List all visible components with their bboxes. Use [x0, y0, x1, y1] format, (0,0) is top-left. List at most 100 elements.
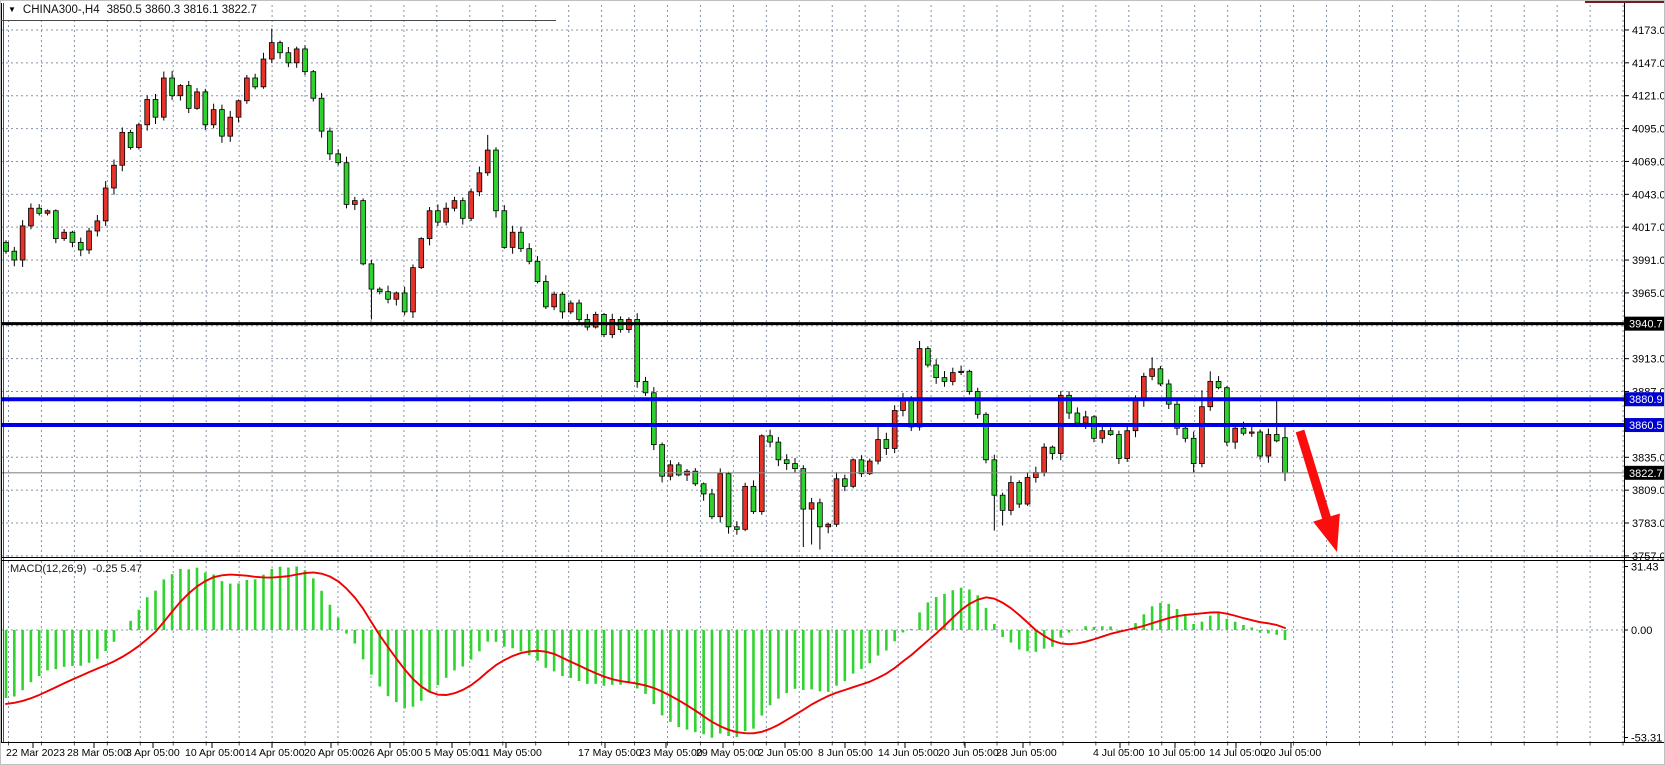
candle-body-bear: [494, 150, 499, 211]
candle-body-bear: [361, 201, 366, 264]
candle-body-bear: [369, 264, 374, 289]
candle-body-bull: [95, 221, 100, 231]
time-tick-label: 20 Jul 05:00: [1264, 747, 1321, 759]
candle-body-bear: [726, 474, 731, 527]
candle-body-bull: [103, 188, 108, 221]
candle-body-bull: [718, 474, 723, 517]
candle-body-bull: [29, 208, 34, 226]
candle-body-bear: [328, 131, 333, 154]
candle-body-bear: [801, 469, 806, 509]
candle-body-bear: [1216, 381, 1221, 387]
symbol-timeframe-label: CHINA300-,H4: [23, 4, 100, 16]
candle-body-bull: [1083, 417, 1088, 423]
candle-body-bear: [818, 503, 823, 527]
price-tick-label: 3835.0: [1632, 452, 1665, 464]
candle-body-bull: [759, 436, 764, 512]
candle-body-bull: [743, 486, 748, 529]
candle-body-bear: [1224, 388, 1229, 442]
candle-body-bull: [120, 132, 125, 165]
candle-body-bull: [826, 524, 831, 527]
time-tick-label: 29 May 05:00: [696, 747, 760, 759]
candle-body-bear: [842, 479, 847, 487]
candle-body-bear: [4, 242, 9, 251]
candle-body-bear: [460, 201, 465, 219]
candle-body-bull: [394, 293, 399, 299]
macd-tick-label: 0.00: [1631, 625, 1652, 637]
candle-body-bear: [53, 211, 58, 239]
macd-current-values: -0.25 5.47: [92, 563, 142, 575]
candle-body-bull: [610, 319, 615, 334]
time-tick-label: 20 Jun 05:00: [938, 747, 999, 759]
price-badge-label: 3880.9: [1629, 394, 1663, 406]
candle-body-bull: [834, 479, 839, 525]
macd-indicator-label: MACD(12,26,9) -0.25 5.47: [10, 563, 142, 575]
candle-body-bear: [253, 78, 258, 87]
candle-body-bear: [519, 232, 524, 248]
chart-canvas: 4173.04147.04121.04095.04069.04043.04017…: [1, 1, 1665, 765]
candle-body-bear: [734, 527, 739, 530]
time-tick-label: 4 Jul 05:00: [1093, 747, 1145, 759]
candle-body-bull: [419, 239, 424, 268]
candle-body-bear: [1000, 495, 1005, 510]
candle-body-bear: [170, 78, 175, 96]
candle-body-bear: [1108, 431, 1113, 435]
candle-body-bear: [635, 319, 640, 381]
candle-body-bull: [892, 410, 897, 448]
candle-body-bear: [643, 381, 648, 392]
candle-body-bull: [1266, 435, 1271, 456]
candle-body-bear: [1191, 438, 1196, 463]
candle-body-bull: [244, 78, 249, 101]
price-badge-label: 3860.5: [1629, 420, 1663, 432]
time-tick-label: 5 May 05:00: [425, 747, 483, 759]
candle-body-bear: [336, 154, 341, 163]
candle-body-bull: [959, 371, 964, 372]
candle-body-bear: [128, 132, 133, 147]
candle-body-bear: [984, 414, 989, 460]
trading-chart-window: 4173.04147.04121.04095.04069.04043.04017…: [0, 0, 1665, 765]
title-ohlc-values: 3850.5 3860.3 3816.1 3822.7: [107, 4, 257, 16]
candle-body-bull: [1125, 431, 1130, 459]
candle-body-bull: [1141, 376, 1146, 400]
candle-body-bull: [1208, 381, 1213, 406]
candle-body-bear: [1158, 369, 1163, 384]
candle-body-bull: [228, 117, 233, 136]
candle-body-bull: [452, 201, 457, 209]
time-tick-label: 20 Apr 05:00: [304, 747, 364, 759]
price-tick-label: 4043.0: [1632, 189, 1665, 201]
price-tick-label: 3783.0: [1632, 518, 1665, 530]
time-tick-label: 17 May 05:00: [578, 747, 642, 759]
price-tick-label: 3991.0: [1632, 255, 1665, 267]
time-tick-label: 22 Mar 2023: [6, 747, 65, 759]
candle-body-bull: [145, 99, 150, 124]
time-tick-label: 26 Apr 05:00: [363, 747, 423, 759]
candle-body-bull: [1150, 369, 1155, 377]
candle-body-bear: [1075, 413, 1080, 423]
candle-body-bear: [859, 460, 864, 474]
candle-body-bear: [153, 99, 158, 117]
time-tick-label: 2 Jun 05:00: [758, 747, 813, 759]
candle-body-bull: [485, 150, 490, 173]
macd-name: MACD(12,26,9): [10, 563, 86, 575]
candle-body-bear: [1050, 447, 1055, 453]
candle-body-bull: [236, 101, 241, 117]
candle-body-bear: [286, 53, 291, 63]
candle-body-bear: [793, 464, 798, 469]
candle-body-bull: [112, 165, 117, 188]
price-tick-label: 4121.0: [1632, 91, 1665, 103]
candle-body-bear: [701, 484, 706, 494]
candle-body-bear: [543, 282, 548, 307]
candle-body-bear: [70, 232, 75, 242]
candle-body-bull: [294, 49, 299, 63]
candle-body-bear: [942, 378, 947, 382]
price-tick-label: 4147.0: [1632, 58, 1665, 70]
symbol-dropdown-icon[interactable]: ▼: [8, 6, 16, 14]
candle-body-bull: [444, 208, 449, 222]
candle-body-bull: [809, 503, 814, 509]
candle-body-bull: [1009, 483, 1014, 511]
candle-body-bear: [884, 440, 889, 449]
price-tick-label: 3965.0: [1632, 288, 1665, 300]
candle-body-bear: [377, 289, 382, 292]
candle-body-bear: [278, 43, 283, 53]
candle-body-bull: [593, 314, 598, 327]
time-tick-label: 14 Apr 05:00: [245, 747, 305, 759]
